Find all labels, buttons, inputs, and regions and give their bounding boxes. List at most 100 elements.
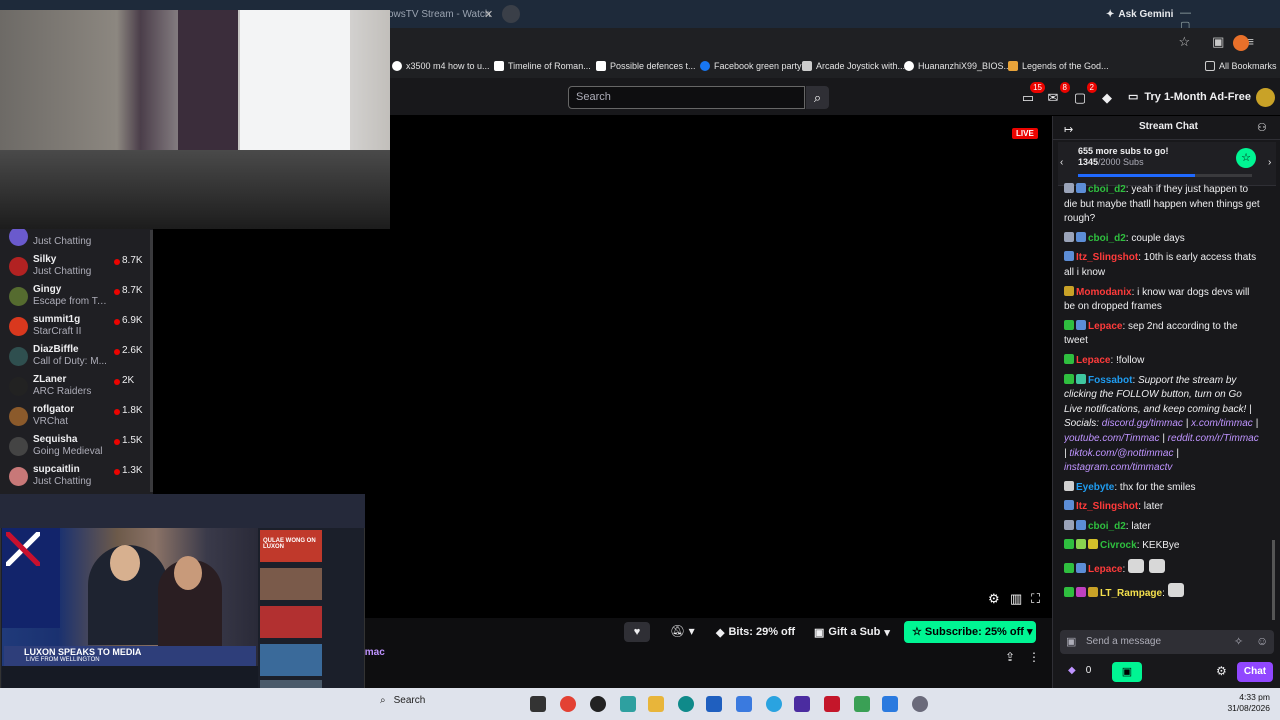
chat-link[interactable]: youtube.com/Timmac [1064, 433, 1160, 444]
chat-badge-icon[interactable] [1064, 500, 1074, 511]
chat-emote-icon[interactable] [1128, 559, 1145, 574]
chat-username[interactable]: LT_Rampage [1100, 588, 1162, 599]
theatre-mode-icon[interactable]: ▥ [1010, 591, 1022, 607]
chevron-left-icon[interactable]: ‹ [1060, 157, 1063, 168]
sidebar-channel[interactable]: supcaitlin Just Chatting 1.3K [0, 462, 153, 492]
chat-username[interactable]: Eyebyte [1076, 482, 1114, 493]
more-options-icon[interactable]: ⋮ [1028, 650, 1040, 664]
chrome-icon[interactable] [560, 696, 576, 712]
chat-link[interactable]: reddit.com/r/Timmac [1168, 433, 1259, 444]
chat-badge-icon[interactable] [1088, 539, 1098, 550]
chat-users-icon[interactable]: ⚇ [1257, 121, 1267, 134]
chat-username[interactable]: Itz_Slingshot [1076, 501, 1138, 512]
bookmark-item[interactable]: HuananzhiX99_BIOS... [904, 61, 1011, 71]
chat-emote-icon[interactable] [1167, 582, 1184, 597]
telegram-icon[interactable] [766, 696, 782, 712]
taskbar-search[interactable]: ⌕ Search [380, 695, 425, 706]
bookmark-item[interactable]: Legends of the God... [1008, 61, 1109, 71]
chat-badge-icon[interactable] [1064, 183, 1074, 193]
ad-free-button[interactable]: ▭ Try 1-Month Ad-Free [1128, 90, 1251, 104]
user-avatar[interactable] [1256, 88, 1275, 107]
chat-badge-icon[interactable] [1088, 586, 1098, 597]
news-thumbnail[interactable] [260, 606, 322, 638]
chat-message-list[interactable]: cboi_d2: yeah if they just happen to die… [1064, 183, 1260, 620]
chat-send-button[interactable]: Chat [1237, 662, 1273, 682]
chat-badge-icon[interactable] [1064, 586, 1074, 597]
sidebar-channel[interactable]: Silky Just Chatting 8.7K [0, 252, 153, 282]
sidebar-channel[interactable]: Sequisha Going Medieval 1.5K [0, 432, 153, 462]
chat-link[interactable]: instagram.com/timmactv [1064, 462, 1172, 473]
app-icon[interactable] [736, 696, 752, 712]
magic-icon[interactable]: ✧ [1234, 635, 1243, 648]
edge-icon[interactable] [678, 696, 694, 712]
bookmark-item[interactable]: Possible defences t... [596, 61, 696, 71]
bookmark-item[interactable]: x3500 m4 how to u... [392, 61, 490, 71]
chat-badge-icon[interactable] [1076, 183, 1086, 193]
settings-icon[interactable] [912, 696, 928, 712]
chat-scrollbar[interactable] [1272, 540, 1275, 620]
news-related-thumbnails[interactable]: QULAE WONG ON LUXON [260, 528, 364, 712]
store-icon[interactable] [706, 696, 722, 712]
app-icon[interactable] [620, 696, 636, 712]
search-button[interactable]: ⌕ [806, 86, 829, 109]
channel-points-button[interactable]: ▣ [1112, 662, 1142, 682]
sidebar-channel[interactable]: Gingy Escape from Ta... 8.7K [0, 282, 153, 312]
chat-badge-icon[interactable] [1076, 586, 1086, 597]
bits-button[interactable]: ◆ Bits: 29% off [716, 622, 795, 642]
chat-badge-icon[interactable] [1076, 563, 1086, 574]
fullscreen-icon[interactable]: ⛶ [1031, 591, 1040, 607]
ask-gemini-button[interactable]: ✦ Ask Gemini [1106, 6, 1173, 22]
chat-username[interactable]: cboi_d2 [1088, 233, 1126, 244]
chat-badge-icon[interactable] [1064, 373, 1074, 384]
notifications-bell-icon[interactable]: 🔕︎ ▾ [670, 624, 695, 638]
news-thumbnail[interactable]: QULAE WONG ON LUXON [260, 530, 322, 562]
share-icon[interactable]: ⇪ [1005, 650, 1015, 664]
chat-badge-icon[interactable] [1064, 539, 1074, 550]
app-icon[interactable] [854, 696, 870, 712]
chat-badge-icon[interactable] [1064, 251, 1074, 262]
follow-heart-button[interactable]: ♥ [624, 622, 650, 642]
chat-badge-icon[interactable] [1076, 231, 1086, 242]
file-explorer-icon[interactable] [648, 696, 664, 712]
chat-badge-icon[interactable] [1064, 563, 1074, 574]
chat-username[interactable]: Lepace [1076, 355, 1110, 366]
sidebar-channel[interactable]: DiazBiffle Call of Duty: M... 2.6K [0, 342, 153, 372]
channel-points[interactable]: ◆ 0 [1068, 665, 1091, 676]
chat-badge-icon[interactable] [1064, 480, 1074, 491]
taskbar-clock[interactable]: 4:33 pm 31/08/2026 [1210, 692, 1270, 714]
sidebar-channel[interactable]: roflgator VRChat 1.8K [0, 402, 153, 432]
all-bookmarks[interactable]: All Bookmarks [1205, 61, 1277, 71]
bookmark-item[interactable]: Timeline of Roman... [494, 61, 591, 71]
app-icon[interactable] [824, 696, 840, 712]
star-icon[interactable]: ☆ [1178, 34, 1190, 50]
new-tab-button[interactable] [502, 5, 520, 23]
channel-name[interactable]: imac [362, 647, 385, 658]
app-icon[interactable] [882, 696, 898, 712]
chevron-right-icon[interactable]: › [1268, 157, 1271, 168]
chat-bubble-icon[interactable]: ▢ 2 [1071, 82, 1097, 106]
search-input[interactable]: Search [568, 86, 805, 109]
chat-badge-icon[interactable] [1076, 373, 1086, 384]
chat-badge-icon[interactable] [1064, 231, 1074, 242]
chat-badge-icon[interactable] [1064, 519, 1074, 530]
chat-username[interactable]: Lepace [1088, 564, 1122, 575]
task-view-icon[interactable] [530, 696, 546, 712]
chat-username[interactable]: cboi_d2 [1088, 184, 1126, 195]
close-tab-icon[interactable]: ✕ [484, 8, 493, 21]
extensions-icon[interactable]: ▣ [1212, 34, 1224, 50]
app-icon[interactable] [590, 696, 606, 712]
chat-username[interactable]: Fossabot [1088, 375, 1132, 386]
chat-settings-icon[interactable]: ⚙ [1216, 664, 1227, 678]
chat-badge-icon[interactable] [1064, 285, 1074, 296]
app-icon[interactable] [794, 696, 810, 712]
chat-link[interactable]: x.com/timmac [1191, 418, 1253, 429]
sidebar-channel[interactable]: summit1g StarCraft II 6.9K [0, 312, 153, 342]
chat-badge-icon[interactable]: ▣ [1066, 635, 1076, 648]
inbox-icon[interactable]: ▭ 15 [1019, 82, 1045, 106]
chat-badge-icon[interactable] [1076, 319, 1086, 330]
browser-profile-avatar[interactable] [1233, 35, 1249, 51]
news-thumbnail[interactable] [260, 568, 322, 600]
chat-username[interactable]: Momodanix [1076, 287, 1132, 298]
crown-icon[interactable]: ◆ [1098, 90, 1116, 106]
collapse-chat-icon[interactable]: ↦ [1064, 123, 1073, 136]
